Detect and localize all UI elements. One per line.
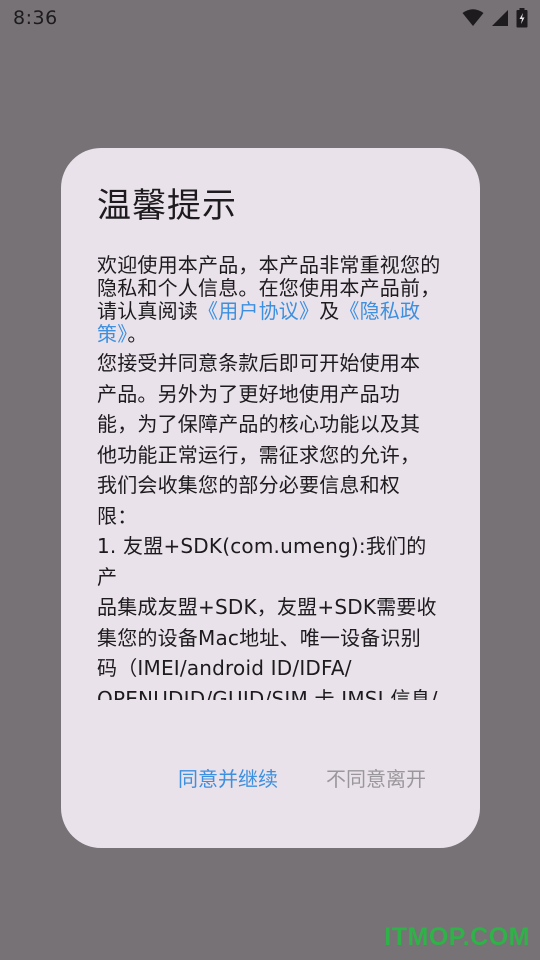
intro-suffix: 。 bbox=[127, 322, 148, 346]
and-text: 及 bbox=[319, 299, 340, 323]
wifi-icon bbox=[462, 9, 484, 27]
dialog-body-text[interactable]: 您接受并同意条款后即可开始使用本 产品。另外为了更好地使用产品功 能，为了保障产… bbox=[97, 348, 444, 700]
watermark-logo: ITMOP.COM bbox=[384, 923, 530, 951]
cell-signal-icon bbox=[491, 9, 509, 27]
status-time: 8:36 bbox=[13, 7, 58, 29]
agree-continue-button[interactable]: 同意并继续 bbox=[178, 763, 278, 792]
user-agreement-link[interactable]: 《用户协议》 bbox=[198, 299, 319, 323]
disagree-leave-button[interactable]: 不同意离开 bbox=[326, 763, 426, 792]
dialog-actions: 同意并继续 不同意离开 bbox=[61, 763, 480, 792]
dialog-intro: 欢迎使用本产品，本产品非常重视您的隐私和个人信息。在您使用本产品前，请认真阅读《… bbox=[97, 254, 444, 346]
status-icons bbox=[462, 8, 528, 28]
privacy-dialog: 温馨提示 欢迎使用本产品，本产品非常重视您的隐私和个人信息。在您使用本产品前，请… bbox=[61, 148, 480, 848]
battery-icon bbox=[516, 8, 528, 28]
dialog-title: 温馨提示 bbox=[97, 186, 237, 226]
status-bar: 8:36 bbox=[0, 0, 540, 36]
